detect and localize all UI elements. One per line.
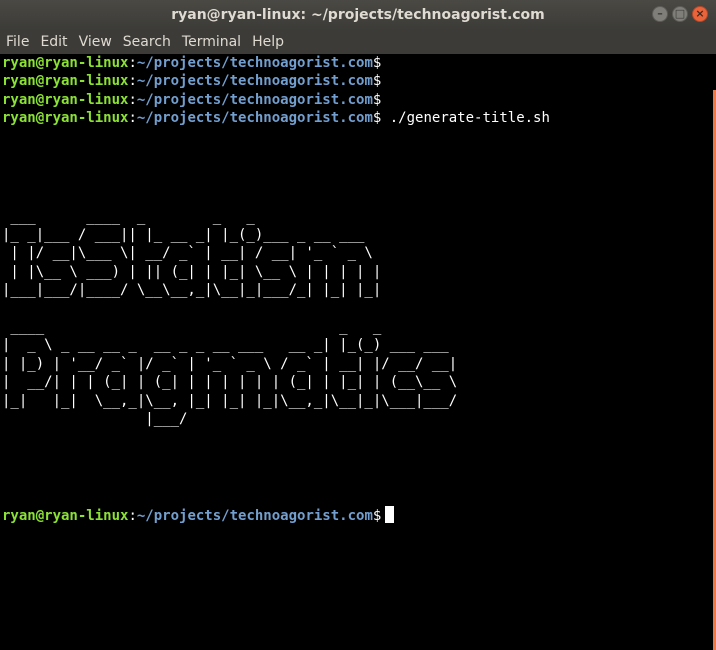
prompt-path: ~/projects/technoagorist.com (136, 110, 373, 127)
prompt-line: ryan@ryan-linux:~/projects/technoagorist… (0, 72, 710, 90)
prompt-path: ~/projects/technoagorist.com (136, 507, 373, 524)
terminal-output[interactable]: ryan@ryan-linux:~/projects/technoagorist… (0, 54, 710, 650)
prompt-user: ryan@ryan-linux (2, 507, 129, 524)
prompt-line: ryan@ryan-linux:~/projects/technoagorist… (0, 54, 710, 72)
prompt-symbol: $ (372, 507, 382, 524)
text-cursor (385, 505, 395, 523)
prompt-path: ~/projects/technoagorist.com (136, 73, 373, 90)
prompt-path: ~/projects/technoagorist.com (136, 55, 373, 71)
prompt-symbol: $ (372, 91, 382, 108)
prompt-colon: : (128, 91, 137, 108)
active-prompt-line: ryan@ryan-linux:~/projects/technoagorist… (0, 505, 710, 525)
maximize-button[interactable]: □ (672, 6, 688, 22)
close-button[interactable]: × (692, 6, 708, 22)
title-bar[interactable]: ryan@ryan-linux: ~/projects/technoagoris… (0, 0, 716, 30)
minimize-button[interactable]: – (652, 6, 668, 22)
menu-help[interactable]: Help (252, 34, 284, 50)
prompt-symbol: $ (372, 73, 382, 90)
prompt-user: ryan@ryan-linux (2, 73, 129, 90)
prompt-user: ryan@ryan-linux (2, 110, 129, 127)
window-title: ryan@ryan-linux: ~/projects/technoagoris… (171, 7, 545, 23)
menu-view[interactable]: View (79, 34, 112, 50)
command-text: ./generate-title.sh (381, 110, 550, 127)
menu-search[interactable]: Search (123, 34, 171, 50)
prompt-line: ryan@ryan-linux:~/projects/technoagorist… (0, 109, 710, 127)
prompt-line: ryan@ryan-linux:~/projects/technoagorist… (0, 91, 710, 109)
menu-bar: File Edit View Search Terminal Help (0, 30, 716, 54)
menu-terminal[interactable]: Terminal (182, 34, 241, 50)
prompt-colon: : (128, 73, 137, 90)
prompt-colon: : (128, 110, 137, 127)
prompt-path: ~/projects/technoagorist.com (136, 91, 373, 108)
prompt-colon: : (128, 55, 137, 71)
prompt-user: ryan@ryan-linux (2, 91, 129, 108)
menu-edit[interactable]: Edit (40, 34, 67, 50)
terminal-window: ryan@ryan-linux: ~/projects/technoagoris… (0, 0, 716, 650)
prompt-symbol: $ (372, 55, 382, 71)
ascii-art-output: ___ ____ _ _ _ |_ _|___ / ___|| |_ __ _|… (2, 208, 458, 428)
menu-file[interactable]: File (6, 34, 29, 50)
prompt-colon: : (128, 507, 137, 524)
window-controls: – □ × (652, 6, 708, 22)
prompt-user: ryan@ryan-linux (2, 55, 129, 71)
